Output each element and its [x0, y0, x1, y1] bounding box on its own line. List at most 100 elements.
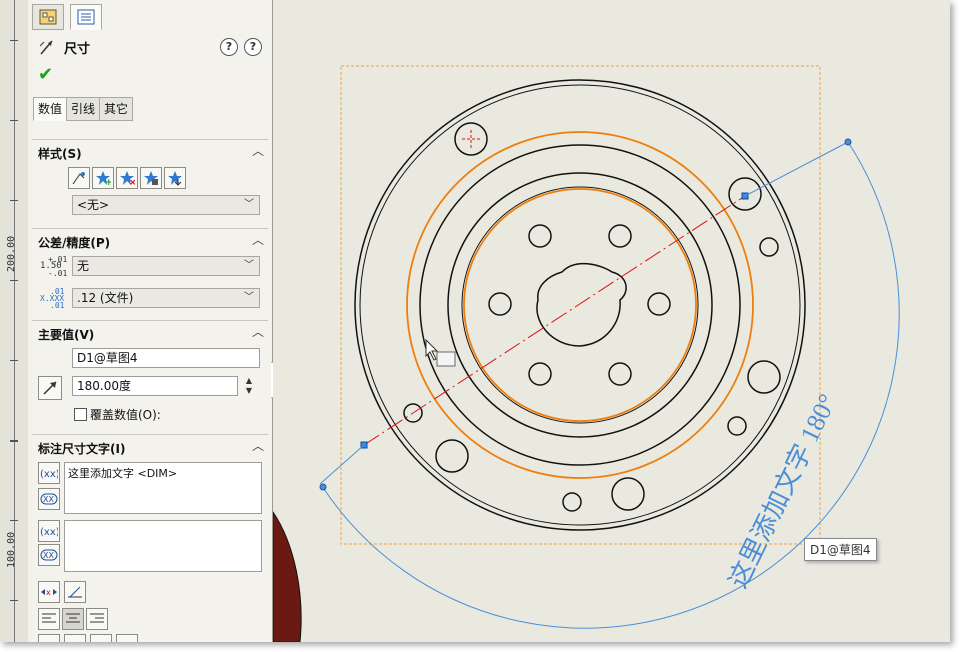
collapse-chevron-icon[interactable]: ︿	[252, 437, 264, 454]
chevron-down-icon: ﹀	[244, 292, 254, 303]
style-group-header[interactable]: 样式(S) ︿	[32, 139, 268, 161]
svg-text:x: x	[46, 588, 51, 597]
dimension-text-group[interactable]: 这里添加文字 180°	[723, 389, 842, 592]
value-spinner[interactable]: ▲ ▼	[242, 376, 256, 396]
hole	[528, 224, 552, 248]
ruler-tick	[10, 440, 18, 442]
dimension-extension-line	[319, 444, 365, 485]
override-value-checkbox[interactable]	[74, 408, 87, 421]
hole	[608, 362, 632, 386]
sketch-circle	[447, 172, 713, 438]
dimension-text-bottom-field[interactable]	[64, 520, 262, 572]
property-manager-tab[interactable]	[70, 4, 102, 30]
dimension-extension-line	[744, 141, 849, 197]
inspection-dimension-icon[interactable]: XX	[38, 488, 60, 510]
ruler-tick	[10, 520, 18, 521]
panel-title: 尺寸	[64, 41, 91, 57]
property-manager-panel: 尺寸 ? ? ✔ 数值 引线 其它 样式(S) ︿ + × <无> ﹀ 公差/精…	[28, 0, 273, 642]
hole	[727, 416, 747, 436]
tolerance-type-dropdown[interactable]: 无 ﹀	[72, 256, 260, 276]
tab-value[interactable]: 数值	[33, 97, 68, 121]
add-parentheses-icon[interactable]: (xx)	[38, 520, 60, 542]
slanted-dimension-icon[interactable]	[64, 581, 86, 603]
symbol-button-icon[interactable]	[38, 634, 60, 642]
dimension-name-field[interactable]: D1@草图4	[72, 348, 260, 368]
ruler-tick	[10, 200, 18, 201]
symmetric-arrows-icon[interactable]: x	[38, 581, 60, 603]
collapse-chevron-icon[interactable]: ︿	[252, 231, 264, 248]
symbol-button-icon[interactable]	[116, 634, 138, 642]
tolerance-type-icon: +.01 1.50 -.01	[40, 255, 68, 278]
center-profile	[536, 262, 627, 347]
primary-value-group-title: 主要值(V)	[38, 328, 95, 342]
outer-circle	[354, 79, 806, 531]
dimension-text-group-header[interactable]: 标注尺寸文字(I) ︿	[32, 434, 268, 456]
hole	[611, 477, 645, 511]
dimension-tooltip: D1@草图4	[804, 538, 877, 561]
save-style-icon[interactable]	[140, 167, 162, 189]
hole	[608, 224, 632, 248]
dimension-text: 这里添加文字 180°	[723, 389, 842, 592]
panel-header: 尺寸 ? ?	[38, 36, 266, 58]
align-right-icon[interactable]	[86, 608, 108, 630]
ruler-label: 200.00	[6, 235, 17, 272]
mouse-cursor-icon	[425, 338, 439, 361]
add-parentheses-icon[interactable]: (xx)	[38, 462, 60, 484]
vertical-ruler: 200.00 100.00	[0, 0, 29, 642]
override-value-label: 覆盖数值(O):	[90, 408, 161, 422]
what-is-this-icon[interactable]: ?	[244, 38, 262, 56]
dimension-icon	[39, 40, 53, 55]
style-dropdown[interactable]: <无> ﹀	[72, 195, 260, 215]
add-style-icon[interactable]: +	[92, 167, 114, 189]
tolerance-group-title: 公差/精度(P)	[38, 236, 111, 250]
symbol-button-icon[interactable]	[90, 634, 112, 642]
property-list-icon	[77, 9, 95, 25]
help-icon[interactable]: ?	[220, 38, 238, 56]
hole	[759, 237, 779, 257]
unit-precision-dropdown[interactable]: .12 (文件) ﹀	[72, 288, 260, 308]
outer-circle-inner	[359, 84, 801, 526]
delete-style-icon[interactable]: ×	[116, 167, 138, 189]
tab-leaders[interactable]: 引线	[66, 97, 101, 121]
hole	[435, 439, 469, 473]
ok-check-icon[interactable]: ✔	[38, 64, 53, 85]
ruler-tick	[10, 40, 18, 41]
graphics-area[interactable]: 这里添加文字 180° D1@草图4	[272, 0, 950, 642]
chevron-down-icon: ﹀	[244, 260, 254, 271]
ruler-tick	[10, 120, 18, 121]
solidworks-window: 200.00 100.00 尺寸 ? ? ✔ 数值 引线 其它 样式(S) ︿ …	[0, 0, 950, 642]
hole	[454, 122, 488, 156]
load-style-icon[interactable]	[164, 167, 186, 189]
collapse-chevron-icon[interactable]: ︿	[252, 142, 264, 159]
tab-other[interactable]: 其它	[99, 97, 134, 121]
tolerance-group-header[interactable]: 公差/精度(P) ︿	[32, 228, 268, 250]
sketch-circle	[419, 144, 741, 466]
primary-value-group-header[interactable]: 主要值(V) ︿	[32, 320, 268, 342]
unit-precision-icon: .01 X.XXX .01	[40, 287, 65, 310]
dimension-text-top-field[interactable]: 这里添加文字 <DIM>	[64, 462, 262, 514]
svg-text:+: +	[105, 178, 111, 186]
ruler-tick	[10, 360, 18, 361]
style-group-title: 样式(S)	[38, 147, 82, 161]
align-center-icon[interactable]	[62, 608, 84, 630]
dimension-arrow-dot	[319, 483, 327, 491]
inspection-dimension-icon[interactable]: XX	[38, 544, 60, 566]
collapse-chevron-icon[interactable]: ︿	[252, 323, 264, 340]
feature-manager-tab[interactable]	[32, 4, 64, 30]
construction-circle-outer	[406, 131, 754, 479]
cursor-dimension-box	[436, 351, 456, 367]
ruler-tick	[10, 280, 18, 281]
angle-dimension-icon[interactable]	[38, 376, 62, 400]
hole	[647, 292, 671, 316]
dimension-subtabs: 数值 引线 其它	[33, 97, 134, 121]
dimension-arrow-dot	[844, 138, 852, 146]
svg-text:(xx): (xx)	[40, 469, 58, 479]
hole	[488, 292, 512, 316]
feature-tree-icon	[39, 9, 57, 25]
apply-default-style-icon[interactable]	[68, 167, 90, 189]
dimension-text-group-title: 标注尺寸文字(I)	[38, 442, 126, 456]
align-left-icon[interactable]	[38, 608, 60, 630]
dimension-value-field[interactable]: 180.00度	[72, 376, 238, 396]
symbol-button-icon[interactable]	[64, 634, 86, 642]
ruler-label: 100.00	[6, 531, 17, 568]
